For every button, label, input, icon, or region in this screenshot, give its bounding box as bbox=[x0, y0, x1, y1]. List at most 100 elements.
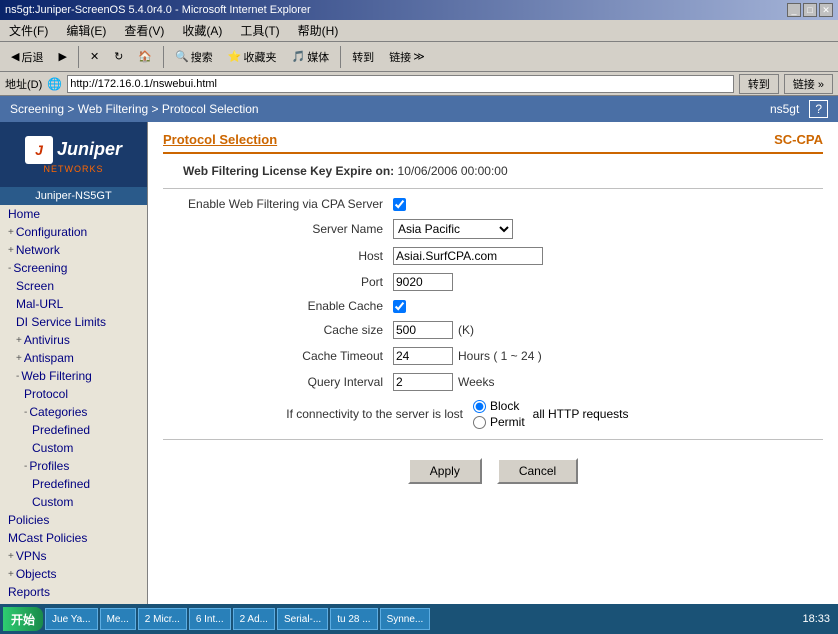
config-label: Configuration bbox=[16, 225, 87, 239]
enable-cache-row: Enable Cache bbox=[163, 299, 823, 313]
host-row: Host bbox=[163, 247, 823, 265]
go-button[interactable]: 转到 bbox=[346, 45, 380, 69]
task-jue[interactable]: Jue Ya... bbox=[45, 608, 98, 630]
top-nav: Screening > Web Filtering > Protocol Sel… bbox=[0, 96, 838, 122]
sidebar-item-predefined1[interactable]: Predefined bbox=[0, 421, 147, 439]
sidebar-item-di-service[interactable]: DI Service Limits bbox=[0, 313, 147, 331]
license-line: Web Filtering License Key Expire on: 10/… bbox=[163, 164, 823, 178]
permit-radio[interactable] bbox=[473, 416, 486, 429]
permit-label: Permit bbox=[490, 415, 525, 429]
connectivity-row: If connectivity to the server is lost Bl… bbox=[163, 399, 823, 429]
sidebar-item-screen[interactable]: Screen bbox=[0, 277, 147, 295]
content-area: Protocol Selection SC-CPA Web Filtering … bbox=[148, 122, 838, 604]
search-button[interactable]: 🔍 搜索 bbox=[169, 45, 219, 69]
vpns-label: VPNs bbox=[16, 549, 47, 563]
task-ad[interactable]: 2 Ad... bbox=[233, 608, 275, 630]
sidebar-item-network[interactable]: + Network bbox=[0, 241, 147, 259]
close-button[interactable]: ✕ bbox=[819, 3, 833, 17]
sidebar-item-mal-url[interactable]: Mal-URL bbox=[0, 295, 147, 313]
server-name-select[interactable]: Asia Pacific North America Europe bbox=[393, 219, 513, 239]
port-label: Port bbox=[183, 275, 383, 289]
menu-favorites[interactable]: 收藏(A) bbox=[178, 21, 226, 40]
permit-radio-row: Permit bbox=[473, 415, 525, 429]
sidebar-item-vpns[interactable]: + VPNs bbox=[0, 547, 147, 565]
sidebar-item-reports[interactable]: Reports bbox=[0, 583, 147, 601]
antivirus-expander: + bbox=[16, 335, 22, 346]
task-me[interactable]: Me... bbox=[100, 608, 136, 630]
sidebar-item-home[interactable]: Home bbox=[0, 205, 147, 223]
menu-view[interactable]: 查看(V) bbox=[120, 21, 168, 40]
links-btn[interactable]: 链接 » bbox=[784, 74, 833, 94]
start-button[interactable]: 开始 bbox=[3, 607, 43, 631]
menu-file[interactable]: 文件(F) bbox=[5, 21, 52, 40]
sidebar-item-mcast[interactable]: MCast Policies bbox=[0, 529, 147, 547]
task-micr[interactable]: 2 Micr... bbox=[138, 608, 187, 630]
connectivity-radio-group: Block Permit bbox=[473, 399, 525, 429]
menu-tools[interactable]: 工具(T) bbox=[236, 21, 283, 40]
sidebar-item-profiles[interactable]: - Profiles bbox=[0, 457, 147, 475]
query-interval-label: Query Interval bbox=[183, 375, 383, 389]
reports-label: Reports bbox=[8, 585, 50, 599]
port-input[interactable] bbox=[393, 273, 453, 291]
categories-expander: - bbox=[24, 407, 27, 418]
home-button[interactable]: 🏠 bbox=[132, 45, 158, 69]
taskbar: 开始 Jue Ya... Me... 2 Micr... 6 Int... 2 … bbox=[0, 604, 838, 634]
sidebar-item-screening[interactable]: - Screening bbox=[0, 259, 147, 277]
toolbar-separator2 bbox=[163, 46, 164, 68]
cancel-button[interactable]: Cancel bbox=[497, 458, 578, 484]
cache-size-input[interactable] bbox=[393, 321, 453, 339]
maximize-button[interactable]: □ bbox=[803, 3, 817, 17]
go-address-button[interactable]: 转到 bbox=[739, 74, 779, 94]
content-title[interactable]: Protocol Selection bbox=[163, 132, 277, 147]
window-controls[interactable]: _ □ ✕ bbox=[787, 3, 833, 17]
sidebar-item-custom2[interactable]: Custom bbox=[0, 493, 147, 511]
mcast-label: MCast Policies bbox=[8, 531, 87, 545]
ie-toolbar: ◀ 后退 ▶ ✕ ↻ 🏠 🔍 搜索 ⭐ 收藏夹 🎵 媒体 转到 链接 ≫ bbox=[0, 42, 838, 72]
address-input[interactable] bbox=[67, 75, 734, 93]
query-interval-input[interactable] bbox=[393, 373, 453, 391]
sidebar-item-antispam[interactable]: + Antispam bbox=[0, 349, 147, 367]
enable-wf-checkbox[interactable] bbox=[393, 198, 406, 211]
help-button[interactable]: ? bbox=[809, 100, 828, 118]
task-synne[interactable]: Synne... bbox=[380, 608, 431, 630]
apply-button[interactable]: Apply bbox=[408, 458, 482, 484]
sidebar-item-predefined2[interactable]: Predefined bbox=[0, 475, 147, 493]
block-radio[interactable] bbox=[473, 400, 486, 413]
sidebar-logo: J Juniper NETWORKS bbox=[0, 122, 147, 187]
license-label: Web Filtering License Key Expire on: bbox=[183, 164, 394, 178]
server-name-row: Server Name Asia Pacific North America E… bbox=[163, 219, 823, 239]
menu-edit[interactable]: 编辑(E) bbox=[62, 21, 110, 40]
enable-cache-label: Enable Cache bbox=[183, 299, 383, 313]
forward-button[interactable]: ▶ bbox=[52, 45, 72, 69]
sidebar: J Juniper NETWORKS Juniper-NS5GT Home + … bbox=[0, 122, 148, 604]
cache-timeout-input[interactable] bbox=[393, 347, 453, 365]
host-input[interactable] bbox=[393, 247, 543, 265]
links-button[interactable]: 链接 ≫ bbox=[383, 45, 431, 69]
favorites-button[interactable]: ⭐ 收藏夹 bbox=[222, 45, 283, 69]
sidebar-item-configuration[interactable]: + Configuration bbox=[0, 223, 147, 241]
license-value: 10/06/2006 00:00:00 bbox=[398, 164, 508, 178]
enable-cache-checkbox[interactable] bbox=[393, 300, 406, 313]
divider2 bbox=[163, 439, 823, 440]
sidebar-item-objects[interactable]: + Objects bbox=[0, 565, 147, 583]
stop-button[interactable]: ✕ bbox=[84, 45, 105, 69]
enable-wf-label: Enable Web Filtering via CPA Server bbox=[183, 197, 383, 211]
sidebar-item-categories[interactable]: - Categories bbox=[0, 403, 147, 421]
title-bar: ns5gt:Juniper-ScreenOS 5.4.0r4.0 - Micro… bbox=[0, 0, 838, 20]
menu-bar: 文件(F) 编辑(E) 查看(V) 收藏(A) 工具(T) 帮助(H) bbox=[0, 20, 838, 42]
menu-help[interactable]: 帮助(H) bbox=[294, 21, 343, 40]
antispam-expander: + bbox=[16, 353, 22, 364]
sidebar-item-antivirus[interactable]: + Antivirus bbox=[0, 331, 147, 349]
block-radio-row: Block bbox=[473, 399, 525, 413]
back-button[interactable]: ◀ 后退 bbox=[5, 45, 49, 69]
sidebar-item-custom1[interactable]: Custom bbox=[0, 439, 147, 457]
sidebar-item-policies[interactable]: Policies bbox=[0, 511, 147, 529]
refresh-button[interactable]: ↻ bbox=[108, 45, 129, 69]
sidebar-item-web-filtering[interactable]: - Web Filtering bbox=[0, 367, 147, 385]
task-int[interactable]: 6 Int... bbox=[189, 608, 231, 630]
task-tu[interactable]: tu 28 ... bbox=[330, 608, 377, 630]
sidebar-item-protocol[interactable]: Protocol bbox=[0, 385, 147, 403]
minimize-button[interactable]: _ bbox=[787, 3, 801, 17]
media-button[interactable]: 🎵 媒体 bbox=[285, 45, 335, 69]
task-serial[interactable]: Serial-... bbox=[277, 608, 328, 630]
